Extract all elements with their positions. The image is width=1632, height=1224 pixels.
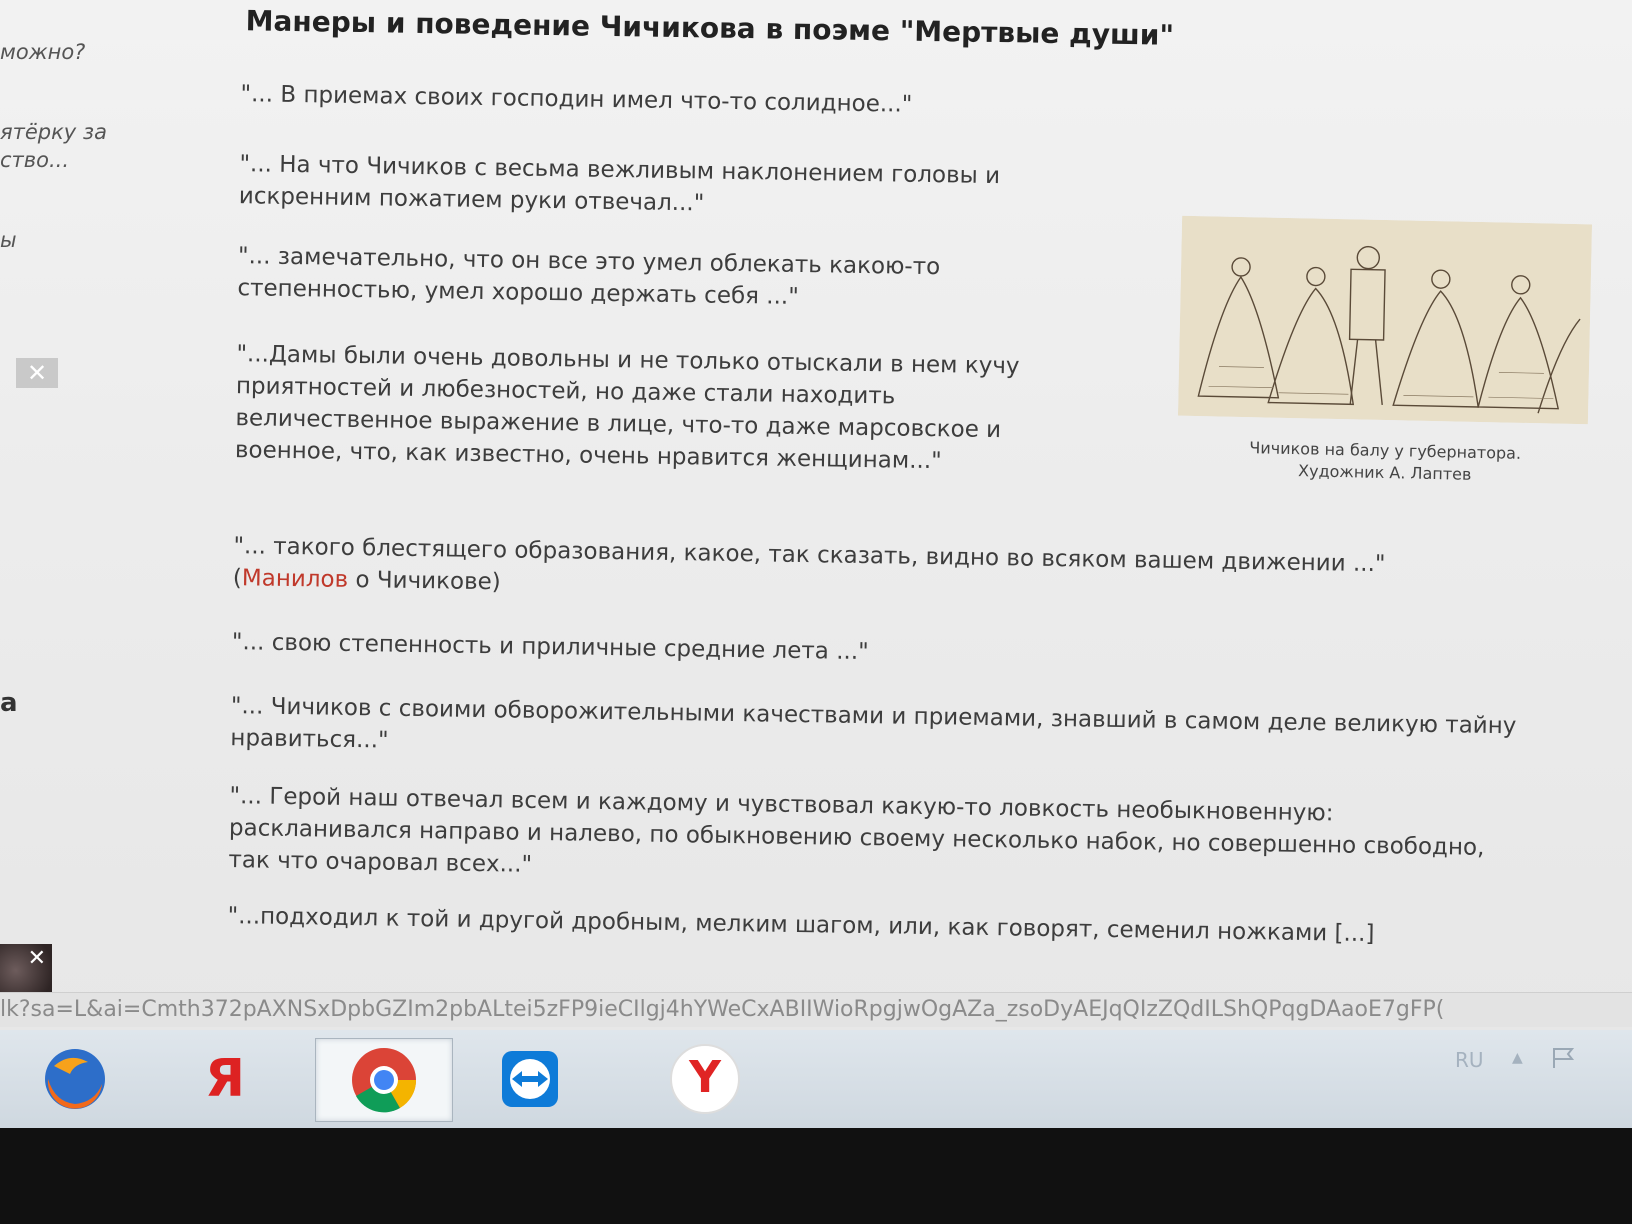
action-center-flag-icon[interactable] (1550, 1046, 1578, 1086)
sidebar-heading-fragment: а (0, 688, 18, 718)
quote-paragraph: "... Герой наш отвечал всем и каждому и … (228, 783, 1485, 878)
teamviewer-icon (502, 1051, 558, 1107)
taskbar: Я Y RU ▲ (0, 1030, 1632, 1128)
quote-paragraph: "... Чичиков с своими обворожительными к… (230, 693, 1517, 754)
quote-paragraph: "... такого блестящего образования, како… (233, 530, 1514, 614)
sidebar-fragment[interactable]: ятёрку за (0, 120, 107, 144)
close-icon: ✕ (26, 359, 48, 387)
sidebar-fragment[interactable]: ы (0, 228, 17, 252)
ball-illustration (1177, 215, 1593, 425)
chrome-icon (352, 1048, 417, 1113)
tray-expand-icon[interactable]: ▲ (1512, 1050, 1523, 1090)
taskbar-teamviewer-button[interactable] (470, 1038, 590, 1120)
taskbar-yandex-button[interactable]: Я (165, 1038, 285, 1120)
illustration-caption: Чичиков на балу у губернатора. Художник … (1180, 436, 1591, 489)
taskbar-firefox-button[interactable] (15, 1038, 135, 1120)
sidebar-fragment[interactable]: ство... (0, 148, 69, 172)
status-bar-url: lk?sa=L&ai=Cmth372pAXNSxDpbGZIm2pbALtei5… (0, 992, 1632, 1027)
quote-paragraph: "... замечательно, что он все это умел о… (237, 243, 941, 310)
quote-attribution-open: ( (232, 565, 243, 592)
language-indicator[interactable]: RU (1455, 1048, 1484, 1088)
quote-paragraph: "... В приемах своих господин имел что-т… (240, 81, 913, 118)
yandex-browser-icon: Y (670, 1044, 740, 1114)
quote-paragraph: "... На что Чичиков с весьма вежливым на… (238, 151, 1001, 217)
close-icon[interactable]: ✕ (28, 946, 46, 971)
page-title: Манеры и поведение Чичикова в поэме "Мер… (245, 4, 1175, 52)
taskbar-chrome-button[interactable] (315, 1038, 453, 1122)
taskbar-yandex-browser-button[interactable]: Y (645, 1038, 765, 1120)
close-ad-button[interactable]: ✕ (16, 358, 58, 388)
left-sidebar: можно? ятёрку за ство... ы ✕ а ✕ (0, 0, 230, 1010)
article: Манеры и поведение Чичикова в поэме "Мер… (216, 0, 1572, 1031)
yandex-browser-glyph: Y (689, 1052, 721, 1103)
yandex-icon: Я (204, 1049, 246, 1109)
character-link-manilov[interactable]: Манилов (242, 565, 349, 593)
sidebar-fragment[interactable]: можно? (0, 40, 85, 64)
quote-attribution: о Чичикове) (347, 566, 501, 596)
firefox-icon (45, 1049, 105, 1109)
browser-viewport: можно? ятёрку за ство... ы ✕ а ✕ Манеры … (0, 0, 1632, 1128)
quote-paragraph: "...подходил к той и другой дробным, мел… (227, 903, 1375, 948)
quote-paragraph: "... свою степенность и приличные средни… (231, 629, 869, 666)
quote-paragraph: "...Дамы были очень довольны и не только… (234, 341, 1020, 475)
